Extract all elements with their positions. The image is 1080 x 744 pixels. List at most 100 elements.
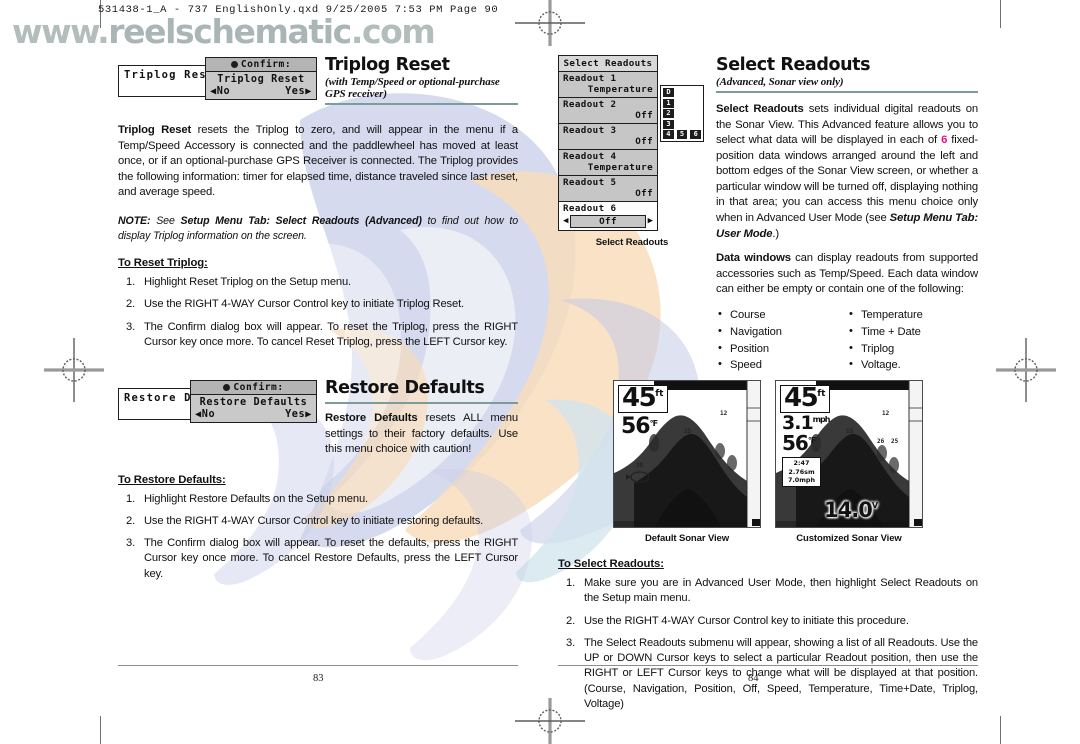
select-readouts-menu: Select Readouts Readout 1 Temperature Re… [558,55,658,231]
right-arrow-icon: ▶ [305,86,312,97]
select-readouts-steps-list: Make sure you are in Advanced User Mode,… [558,576,978,712]
right-page-number: 84 [748,673,759,684]
triplog-no-button[interactable]: ◀No [210,86,230,97]
select-readouts-step-3: The Select Readouts submenu will appear,… [566,636,978,710]
restore-no-button[interactable]: ◀No [195,409,215,420]
watermark-domain: reelschematic [108,12,352,51]
registration-mark-left [44,338,104,402]
custom-depth-value: 45 [784,383,819,414]
triplog-steps-title: To Reset Triplog: [118,257,208,270]
triplog-steps-list: Highlight Reset Triplog on the Setup men… [118,275,518,350]
triplog-yes-label: Yes [285,86,306,97]
triplog-note-bold: Setup Menu Tab: Select Readouts (Advance… [180,214,422,227]
select-readouts-menu-caption: Select Readouts [595,237,669,248]
position-key-cell-3: 3 [663,119,674,129]
svg-text:12: 12 [882,410,890,417]
restore-confirm-header: Confirm: [191,381,316,396]
default-sonar-view-figure: 38 15 12 45ft 56°F Default Sonar View [613,380,761,544]
registration-mark-right [996,338,1056,402]
select-readouts-step-1: Make sure you are in Advanced User Mode,… [566,576,978,605]
restore-defaults-header-block: Restore De Confirm: Restore Defaults ◀No… [118,378,518,458]
readout-row-1[interactable]: Readout 1 Temperature [559,72,657,98]
readout-2-label: Readout 2 [563,99,617,110]
watermark-tld: .com [350,12,436,51]
triplog-title-block: Triplog Reset (with Temp/Speed or option… [325,55,518,105]
custom-temp-unit: °F [807,436,817,446]
custom-depth-readout: 45ft [780,383,831,414]
position-key-cell-4: 4 [663,130,674,139]
restore-no-label: No [201,409,216,421]
left-page-number: 83 [313,673,324,684]
svg-text:38: 38 [636,462,644,469]
left-arrow-icon: ◀ [195,409,202,421]
triplog-step-1: Highlight Reset Triplog on the Setup men… [126,275,352,290]
option-position: Position [716,340,847,358]
custom-voltage-unit: V [871,501,878,511]
custom-voltage-readout: 14.0V [824,498,878,522]
readout-row-3[interactable]: Readout 3 Off [559,124,657,150]
restore-step-3: The Confirm dialog box will appear. To r… [126,536,518,580]
sr-p1-c: .) [772,227,780,240]
readout-row-5[interactable]: Readout 5 Off [559,176,657,202]
default-depth-unit: ft [655,389,664,400]
restore-yes-label: Yes [285,409,306,421]
readout-6-label: Readout 6 [563,203,617,214]
svg-text:25: 25 [891,438,899,445]
restore-steps-title: To Restore Defaults: [118,473,226,486]
select-readouts-paragraph-2: Data windows can display readouts from s… [716,251,978,298]
restore-confirm-dialog: Confirm: Restore Defaults ◀No Yes▶ [190,380,317,424]
readout-row-4[interactable]: Readout 4 Temperature [559,150,657,176]
readout-6-value: Off [570,215,646,228]
restore-title-block: Restore Defaults Restore Defaults resets… [325,378,518,458]
slider-left-arrow-icon[interactable]: ◀ [563,217,568,226]
default-temp-unit: °F [649,419,659,429]
left-arrow-icon: ◀ [210,86,217,97]
customized-sonar-view-figure: 15 12 26 25 45ft 3.1mph 56°F 2:47 2.76sm… [775,380,923,544]
readout-3-value: Off [635,136,653,147]
custom-triplog-speed: 7.0mph [787,476,816,485]
default-depth-value: 45 [622,383,657,414]
menu-knob-icon [223,384,231,392]
right-page-footer-rule [558,665,978,667]
triplog-body-paragraph: Triplog Reset resets the Triplog to zero… [118,123,518,201]
restore-yes-button[interactable]: Yes▶ [285,409,312,420]
triplog-confirm-buttons: ◀No Yes▶ [206,86,316,99]
triplog-note-label: NOTE: [118,214,151,227]
restore-defaults-dialog-graphic: Restore De Confirm: Restore Defaults ◀No… [118,380,348,428]
triplog-yes-button[interactable]: Yes▶ [285,86,312,97]
option-temperature: Temperature [847,306,978,324]
triplog-body-lead: Triplog Reset [118,124,192,136]
crop-line-bottom-left [100,716,102,744]
triplog-note: NOTE: See Setup Menu Tab: Select Readout… [118,214,518,243]
restore-section-title: Restore Defaults [325,378,485,399]
readout-3-label: Readout 3 [563,125,617,136]
default-temp-readout: 56°F [621,416,659,438]
default-sonar-view-image: 38 15 12 45ft 56°F [613,380,761,529]
select-readouts-text-column: Select Readouts (Advanced, Sonar view on… [706,55,978,374]
triplog-reset-dialog-graphic: Triplog Rese Confirm: Triplog Reset ◀No … [118,57,348,105]
triplog-confirm-header: Confirm: [206,58,316,72]
readout-6-value-slider[interactable]: ◀ Off ▶ [563,215,653,228]
readout-row-6-selected[interactable]: Readout 6 ◀ Off ▶ [559,202,657,230]
data-window-options-left: Course Navigation Position Speed [716,306,847,374]
data-window-options-right: Temperature Time + Date Triplog Voltage. [847,306,978,374]
readout-2-value: Off [635,110,653,121]
custom-temp-value: 56 [782,431,809,456]
triplog-title-rule [325,103,518,105]
select-readouts-top-block: Select Readouts Readout 1 Temperature Re… [558,55,978,374]
readout-row-2[interactable]: Readout 2 Off [559,98,657,124]
slider-right-arrow-icon[interactable]: ▶ [648,217,653,226]
position-key-cell-D: D [663,88,674,97]
select-readouts-section-subtitle: (Advanced, Sonar view only) [716,76,844,88]
triplog-reset-header-block: Triplog Rese Confirm: Triplog Reset ◀No … [118,55,518,111]
triplog-step-3: The Confirm dialog box will appear. To r… [126,320,518,348]
registration-mark-top [515,0,585,46]
svg-text:15: 15 [684,428,692,435]
watermark-www: www. [12,12,110,51]
triplog-confirm-title: Triplog Reset [217,74,305,85]
triplog-section-title: Triplog Reset [325,55,450,75]
readout-1-value: Temperature [587,84,653,95]
custom-speed-unit: mph [812,415,831,425]
select-readouts-section-title: Select Readouts [716,55,871,75]
svg-text:12: 12 [720,410,728,417]
